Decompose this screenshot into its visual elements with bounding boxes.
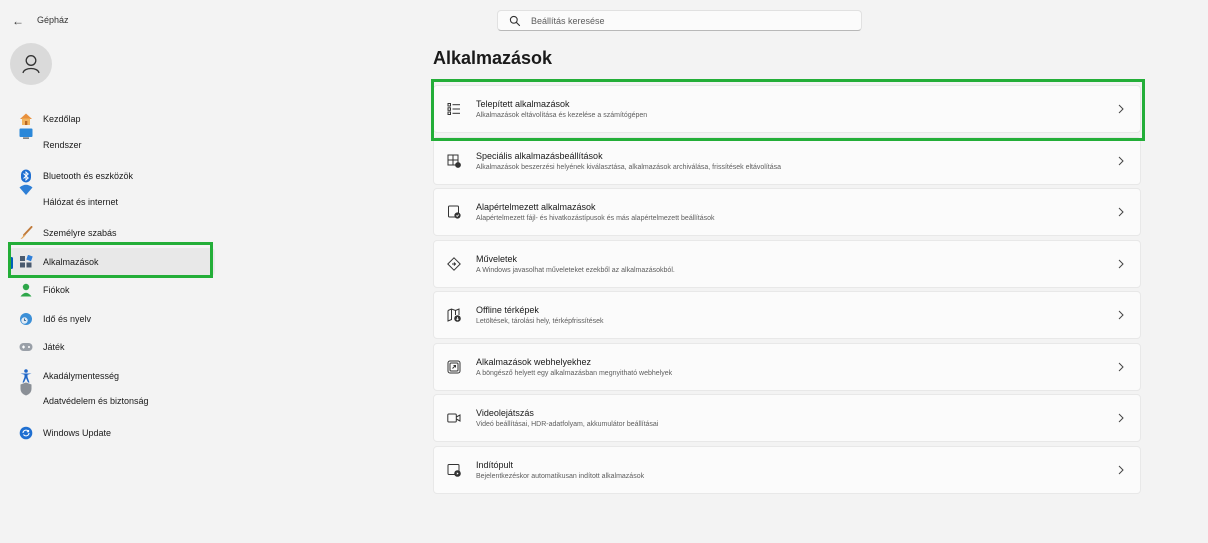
card-subtitle: Bejelentkezéskor automatikusan indított … bbox=[476, 472, 645, 480]
card-startup[interactable]: Indítópult Bejelentkezéskor automatikusa… bbox=[433, 445, 1141, 494]
card-title: Alkalmazások webhelyekhez bbox=[476, 356, 592, 367]
card-title: Videolejátszás bbox=[476, 408, 534, 418]
chevron-right-icon bbox=[1118, 156, 1124, 165]
card-subtitle: A Windows javasolhat műveleteket ezekből… bbox=[476, 266, 675, 274]
user-icon bbox=[22, 55, 40, 74]
card-default-apps[interactable]: Alapértelmezett alkalmazások Alapértelme… bbox=[433, 188, 1141, 236]
sidebar-item-bluetooth[interactable]: Bluetooth és eszközök bbox=[9, 162, 215, 191]
gaming-icon bbox=[19, 340, 33, 354]
sidebar-item-label: Adatvédelem és biztonság bbox=[43, 396, 149, 406]
card-actions[interactable]: Műveletek A Windows javasolhat műveletek… bbox=[433, 239, 1141, 288]
sidebar-item-label: Hálózat és internet bbox=[43, 196, 119, 207]
sidebar-item-label: Fiókok bbox=[43, 285, 70, 296]
card-title: Speciális alkalmazásbeállítások bbox=[476, 150, 603, 161]
chevron-right-icon bbox=[1118, 207, 1124, 217]
chevron-right-icon bbox=[1118, 259, 1124, 268]
title-bar: ← Gépház Beállítás keresése bbox=[0, 0, 1208, 40]
card-title: Offline térképek bbox=[476, 305, 539, 315]
sidebar-item-privacy[interactable]: Adatvédelem és biztonság bbox=[9, 382, 215, 419]
network-icon bbox=[19, 183, 33, 197]
startup-icon bbox=[446, 462, 462, 478]
highlight-box-installed-apps bbox=[431, 79, 1145, 141]
home-icon bbox=[19, 112, 33, 126]
card-video-playback[interactable]: Videolejátszás Videó beállításai, HDR-ad… bbox=[433, 394, 1141, 442]
card-title: Alapértelmezett alkalmazások bbox=[476, 202, 596, 212]
highlight-box-sidebar bbox=[8, 242, 213, 278]
time-language-icon bbox=[19, 312, 33, 326]
sidebar-item-label: Windows Update bbox=[43, 427, 112, 438]
search-placeholder: Beállítás keresése bbox=[531, 15, 605, 26]
video-playback-icon bbox=[446, 410, 462, 426]
actions-icon bbox=[446, 256, 462, 272]
system-icon bbox=[19, 126, 33, 140]
sidebar-item-label: Rendszer bbox=[43, 139, 82, 150]
bluetooth-icon bbox=[19, 169, 33, 183]
app-title: Gépház bbox=[37, 15, 69, 25]
chevron-right-icon bbox=[1118, 362, 1124, 371]
sidebar-item-gaming[interactable]: Játék bbox=[9, 333, 215, 362]
sidebar-item-time-language[interactable]: Idő és nyelv bbox=[9, 305, 215, 334]
offline-maps-icon bbox=[446, 307, 462, 323]
card-title: Indítópult bbox=[476, 459, 514, 470]
sidebar-item-accounts[interactable]: Fiókok bbox=[9, 276, 215, 305]
search-input[interactable]: Beállítás keresése bbox=[497, 10, 862, 31]
apps-for-websites-icon bbox=[446, 359, 462, 375]
accessibility-icon bbox=[19, 368, 33, 383]
back-button[interactable]: ← bbox=[10, 13, 26, 29]
advanced-app-settings-icon bbox=[446, 153, 462, 169]
sidebar-item-home[interactable]: Kezdőlap bbox=[9, 105, 215, 134]
card-title: Műveletek bbox=[476, 253, 518, 264]
card-advanced-app-settings[interactable]: Speciális alkalmazásbeállítások Alkalmaz… bbox=[433, 136, 1141, 185]
card-subtitle: Letöltések, tárolási hely, térképfrissít… bbox=[476, 318, 604, 325]
avatar[interactable] bbox=[10, 43, 52, 85]
shield-icon bbox=[19, 382, 33, 396]
sidebar-item-label: Akadálymentesség bbox=[43, 370, 120, 381]
update-icon bbox=[19, 426, 33, 440]
sidebar-item-label: Személyre szabás bbox=[43, 228, 117, 239]
chevron-right-icon bbox=[1118, 413, 1124, 423]
sidebar-item-label: Bluetooth és eszközök bbox=[43, 171, 134, 182]
brush-icon bbox=[19, 226, 33, 240]
sidebar-item-label: Idő és nyelv bbox=[43, 313, 92, 324]
card-subtitle: Alapértelmezett fájl- és hivatkozástípus… bbox=[476, 215, 715, 222]
sidebar-item-label: Kezdőlap bbox=[43, 114, 81, 125]
page-title: Alkalmazások bbox=[433, 48, 553, 68]
card-offline-maps[interactable]: Offline térképek Letöltések, tárolási he… bbox=[433, 291, 1141, 339]
sidebar-item-windows-update[interactable]: Windows Update bbox=[9, 419, 215, 448]
card-subtitle: Videó beállításai, HDR-adatfolyam, akkum… bbox=[476, 421, 659, 428]
chevron-right-icon bbox=[1118, 465, 1124, 474]
sidebar-item-network[interactable]: Hálózat és internet bbox=[9, 184, 215, 220]
accounts-icon bbox=[19, 283, 33, 297]
sidebar-item-label: Játék bbox=[43, 342, 65, 353]
card-subtitle: A böngésző helyett egy alkalmazásban meg… bbox=[476, 369, 673, 377]
card-apps-for-websites[interactable]: Alkalmazások webhelyekhez A böngésző hel… bbox=[433, 342, 1141, 391]
sidebar-item-system[interactable]: Rendszer bbox=[9, 128, 215, 163]
card-subtitle: Alkalmazások beszerzési helyének kiválas… bbox=[476, 163, 782, 171]
default-apps-icon bbox=[446, 204, 462, 220]
search-icon bbox=[509, 15, 521, 26]
chevron-right-icon bbox=[1118, 310, 1124, 320]
settings-card-list: Telepített alkalmazások Alkalmazások elt… bbox=[433, 85, 1141, 497]
sidebar-item-accessibility[interactable]: Akadálymentesség bbox=[9, 362, 215, 391]
